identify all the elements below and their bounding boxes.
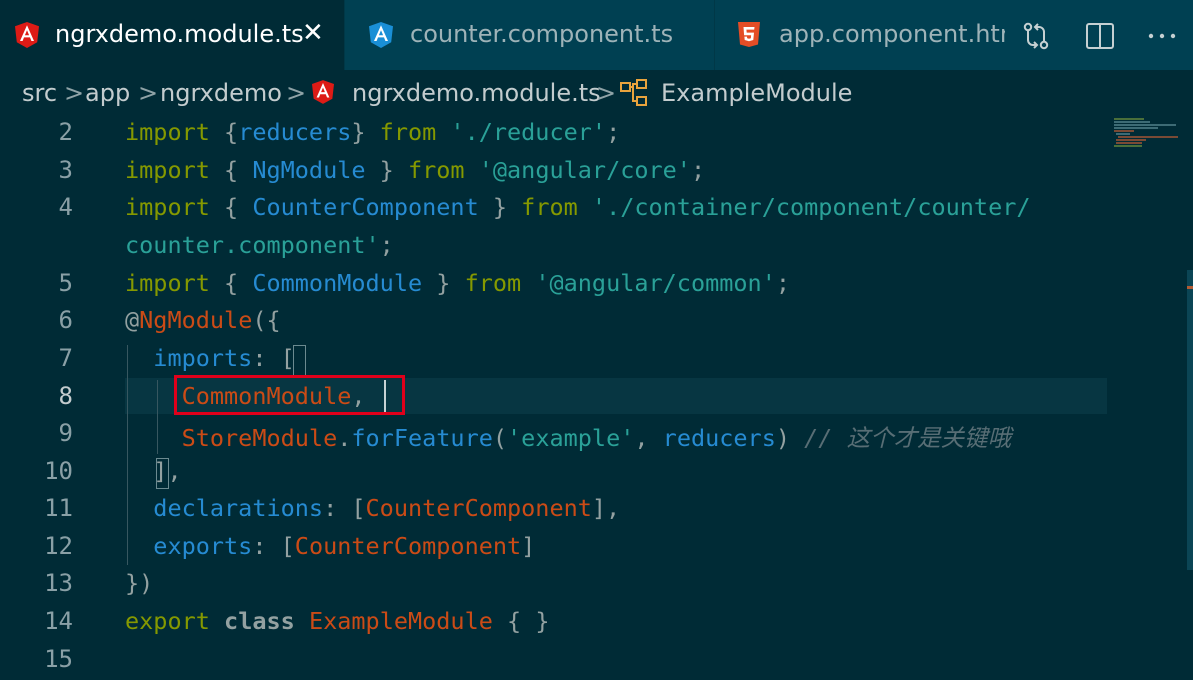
- angular-icon: [15, 22, 39, 48]
- class-symbol-icon: [620, 79, 647, 106]
- line-number: 12: [44, 532, 73, 560]
- breadcrumb-src[interactable]: src: [22, 79, 57, 107]
- html5-icon: [738, 22, 760, 47]
- code-line-12: exports: [CounterComponent]: [153, 532, 536, 560]
- code-line-10: ],: [125, 457, 182, 485]
- tab-app-component-html[interactable]: app.component.htn: [715, 0, 1005, 70]
- scrollbar-marker: [1187, 286, 1193, 289]
- code-line-2: import {reducers} from './reducer';: [125, 118, 621, 146]
- line-number-current: 8: [58, 382, 73, 410]
- line-number: 11: [44, 494, 73, 522]
- compare-changes-icon[interactable]: [1020, 20, 1052, 52]
- annotation-highlight-box: [174, 375, 405, 415]
- bracket-match: [293, 345, 306, 376]
- scrollbar-thumb[interactable]: [1187, 270, 1193, 570]
- line-number: 15: [44, 645, 73, 673]
- bracket-match: [156, 458, 169, 489]
- code-line-4-wrap: counter.component';: [125, 231, 394, 259]
- code-line-6: @NgModule({: [125, 306, 281, 334]
- breadcrumb-ngrxdemo[interactable]: ngrxdemo: [160, 79, 282, 107]
- chevron-right-icon: >: [286, 79, 307, 107]
- close-tab-icon[interactable]: ✕: [302, 18, 324, 48]
- tab-label: ngrxdemo.module.ts: [55, 20, 304, 48]
- line-number: 3: [58, 156, 73, 184]
- more-actions-icon[interactable]: [1146, 20, 1178, 52]
- editor-tab-bar: ngrxdemo.module.ts ✕ counter.component.t…: [0, 0, 1193, 70]
- line-number: 14: [44, 607, 73, 635]
- breadcrumb-app[interactable]: app: [85, 79, 130, 107]
- line-number: 4: [58, 193, 73, 221]
- code-line-5: import { CommonModule } from '@angular/c…: [125, 269, 791, 297]
- chevron-right-icon: >: [138, 79, 159, 107]
- code-line-7: imports: [: [153, 344, 295, 372]
- breadcrumb-file[interactable]: ngrxdemo.module.ts: [352, 79, 601, 107]
- line-number: 6: [58, 306, 73, 334]
- text-cursor: [384, 380, 386, 412]
- angular-icon: [312, 80, 334, 104]
- code-comment: // 这个才是关键哦: [804, 424, 1012, 452]
- code-line-11: declarations: [CounterComponent],: [153, 494, 621, 522]
- breadcrumb: src > app > ngrxdemo > ngrxdemo.module.t…: [0, 70, 1193, 118]
- line-number: 2: [58, 118, 73, 146]
- line-number: 10: [44, 457, 73, 485]
- line-number: 5: [58, 269, 73, 297]
- code-line-13: }): [125, 569, 154, 597]
- minimap[interactable]: [1110, 118, 1185, 158]
- line-number: 7: [58, 344, 73, 372]
- chevron-right-icon: >: [596, 79, 617, 107]
- tab-ngrxdemo-module[interactable]: ngrxdemo.module.ts ✕: [0, 0, 344, 70]
- split-editor-icon[interactable]: [1084, 20, 1116, 52]
- breadcrumb-symbol[interactable]: ExampleModule: [661, 79, 852, 107]
- angular-icon: [369, 22, 393, 48]
- line-number: 9: [58, 419, 73, 447]
- line-number: 13: [44, 569, 73, 597]
- tab-label: counter.component.ts: [410, 20, 674, 48]
- code-line-4: import { CounterComponent } from './cont…: [125, 193, 1031, 221]
- code-line-9: StoreModule.forFeature('example', reduce…: [181, 424, 1012, 452]
- tab-counter-component[interactable]: counter.component.ts: [345, 0, 714, 70]
- tab-label: app.component.htn: [779, 20, 1005, 48]
- code-line-3: import { NgModule } from '@angular/core'…: [125, 156, 706, 184]
- chevron-right-icon: >: [64, 79, 85, 107]
- code-line-14: export class ExampleModule { }: [125, 607, 550, 635]
